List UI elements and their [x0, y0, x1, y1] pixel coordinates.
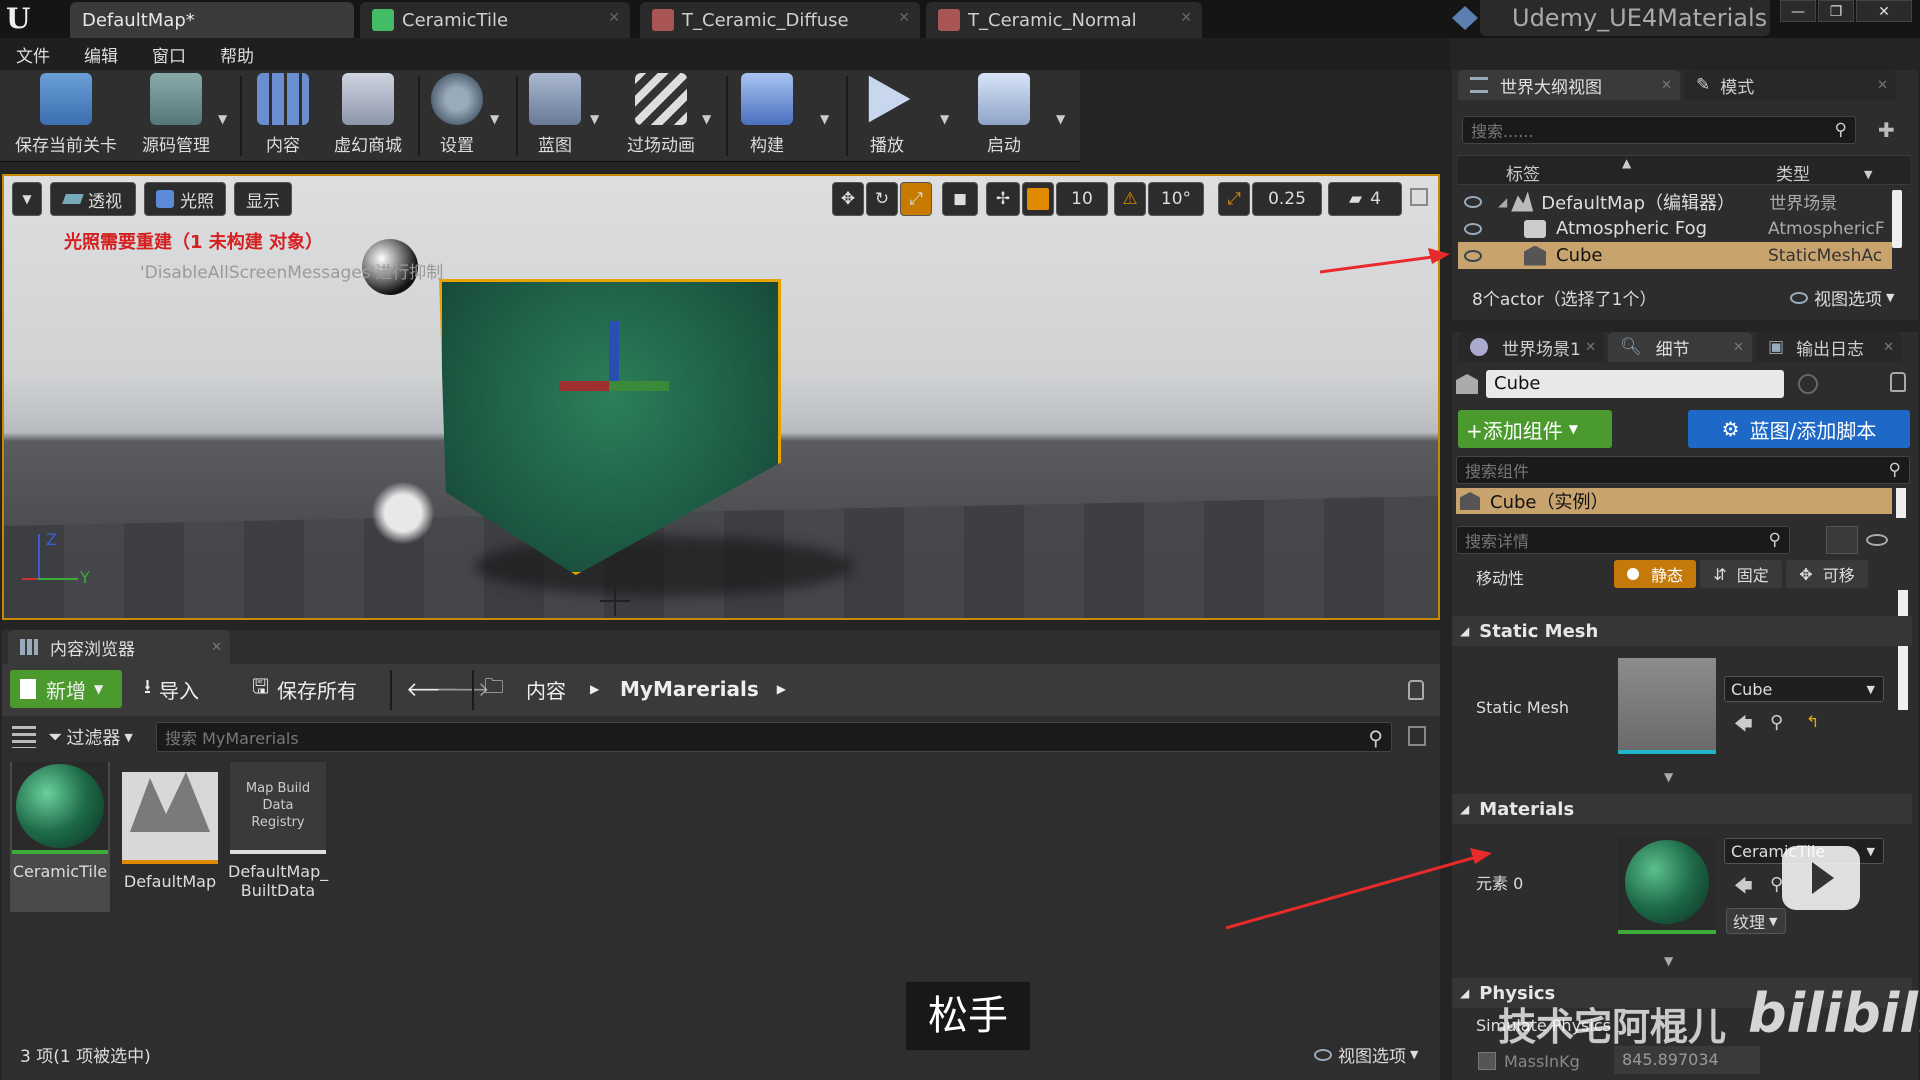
annotation-arrows	[1225, 248, 1492, 930]
watermark-text: 技术宅阿棍儿	[1498, 1005, 1727, 1049]
subtitle-caption: 松手	[906, 982, 1030, 1050]
annotation-arrowhead	[1470, 848, 1492, 864]
annotation-arrow-outliner	[1319, 254, 1441, 274]
bilibili-logo: bilibili	[1748, 982, 1920, 1045]
annotation-arrowhead	[1428, 248, 1450, 264]
annotation-arrow-material	[1225, 854, 1481, 930]
